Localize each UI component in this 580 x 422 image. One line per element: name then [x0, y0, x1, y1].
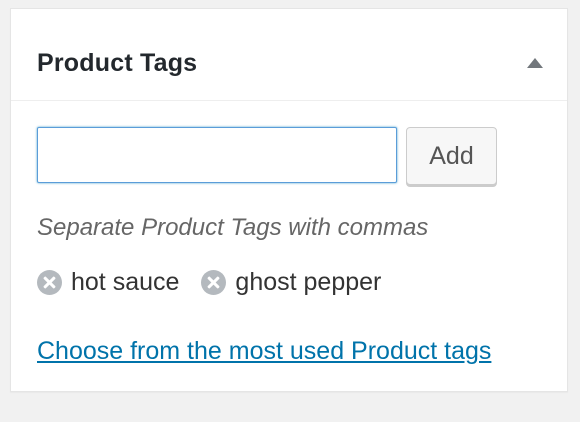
- tag-label: hot sauce: [71, 267, 180, 296]
- tag-checklist: hot sauce ghost pepper: [37, 263, 403, 301]
- product-tags-panel: Product Tags Add Separate Product Tags w…: [10, 8, 568, 392]
- tag-hint-text: Separate Product Tags with commas: [37, 214, 429, 241]
- panel-header[interactable]: Product Tags: [11, 9, 567, 101]
- panel-title: Product Tags: [37, 49, 198, 77]
- add-tag-button[interactable]: Add: [406, 127, 497, 185]
- tag-item: hot sauce: [37, 268, 179, 297]
- remove-circle-icon[interactable]: [37, 269, 62, 295]
- remove-circle-icon[interactable]: [201, 269, 227, 295]
- triangle-up-icon[interactable]: [527, 58, 543, 68]
- tag-label: ghost pepper: [235, 267, 382, 296]
- new-tag-input[interactable]: [37, 127, 397, 183]
- most-used-tags-link[interactable]: Choose from the most used Product tags: [37, 335, 491, 367]
- tag-item: ghost pepper: [201, 268, 381, 297]
